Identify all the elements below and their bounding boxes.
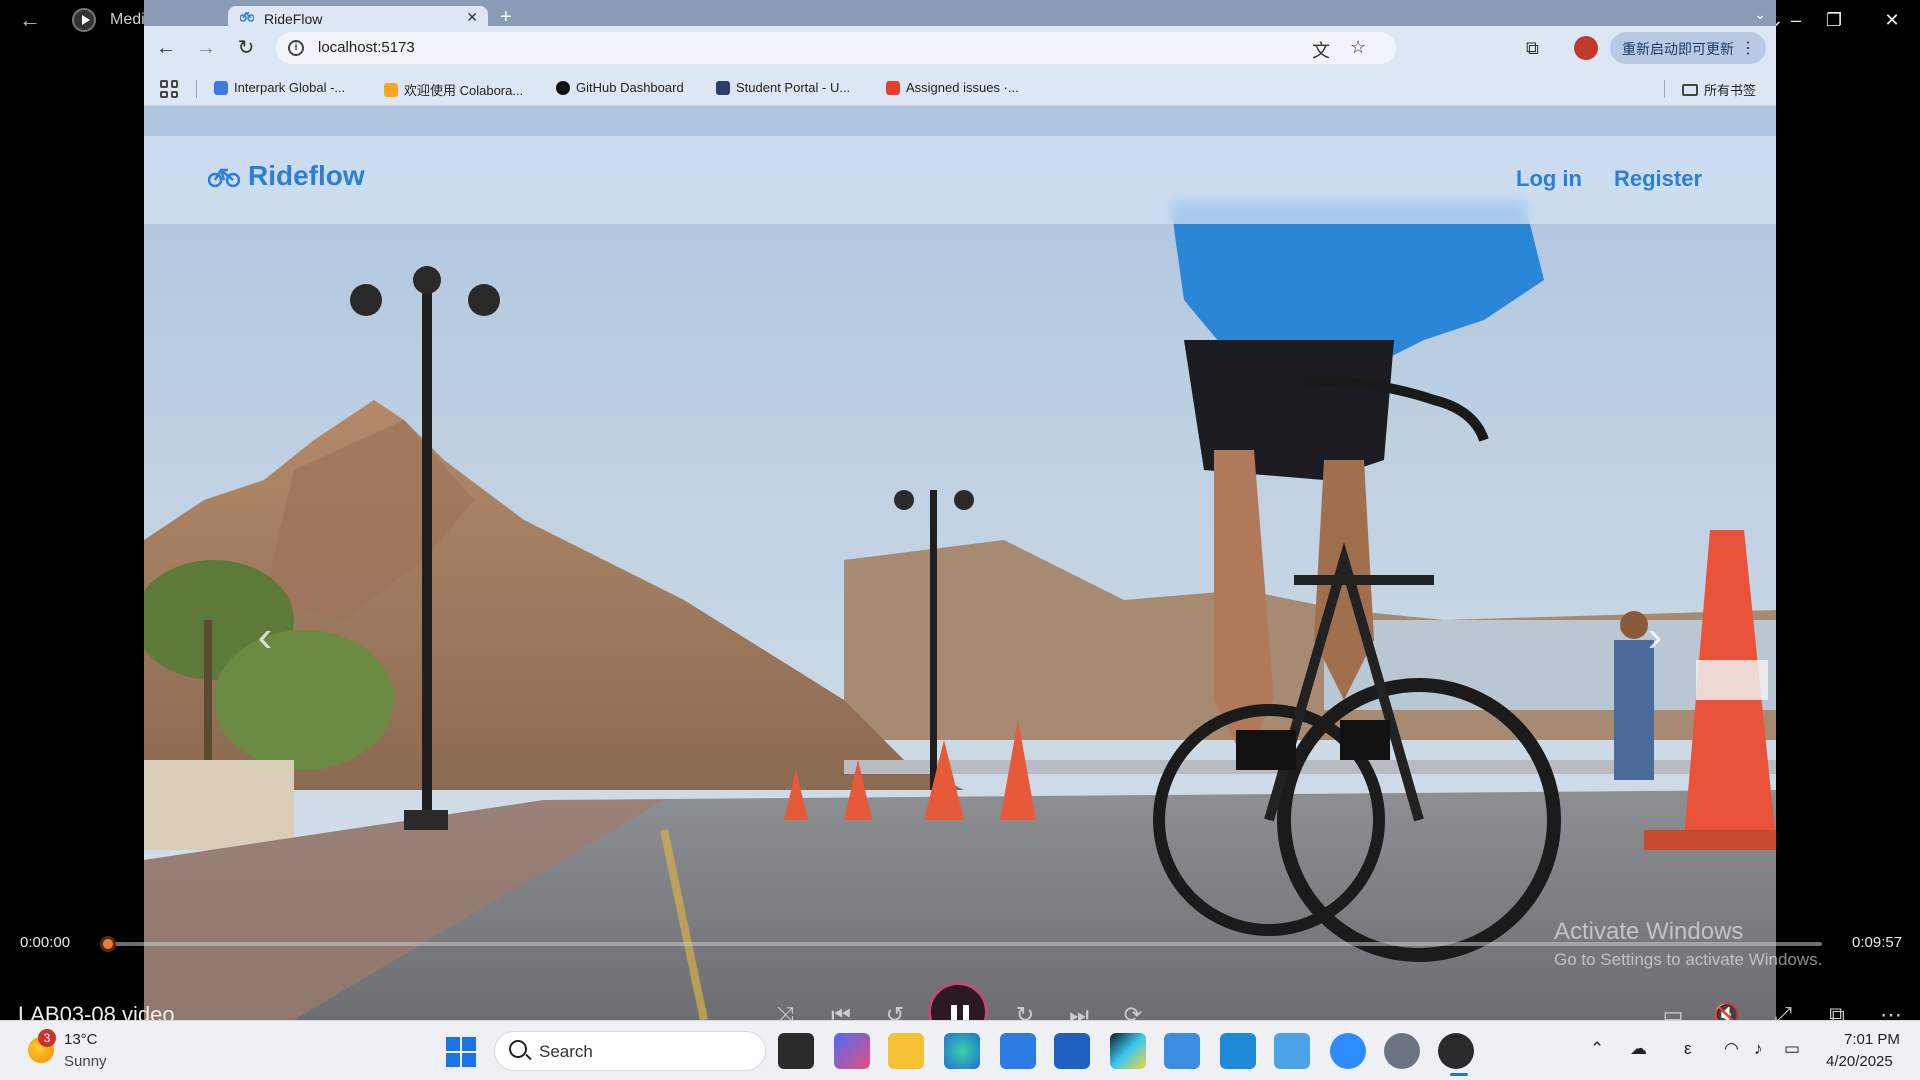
activate-windows-subtitle: Go to Settings to activate Windows. xyxy=(1554,950,1823,969)
weather-condition[interactable]: Sunny xyxy=(64,1053,107,1070)
taskbar-search[interactable]: Search xyxy=(494,1031,766,1071)
tab-rideflow[interactable]: RideFlow ✕ xyxy=(228,6,488,28)
bookmarks-divider xyxy=(196,80,197,98)
activate-windows-title: Activate Windows xyxy=(1554,918,1744,945)
gitlab-icon xyxy=(886,80,900,95)
github-icon xyxy=(556,80,570,95)
search-placeholder: Search xyxy=(539,1042,593,1061)
notepad-icon[interactable] xyxy=(1164,1033,1200,1069)
register-link[interactable]: Register xyxy=(1614,166,1702,192)
minimize-icon[interactable]: – xyxy=(1776,6,1816,34)
bookmark-gitlab[interactable]: Assigned issues ·... xyxy=(886,80,1019,95)
reload-icon[interactable]: ↻ xyxy=(234,36,258,60)
media-player-logo-icon xyxy=(72,8,96,32)
close-window-icon[interactable]: ✕ xyxy=(1872,6,1912,34)
media-player-taskbar-icon[interactable] xyxy=(1438,1033,1474,1069)
edge-icon[interactable] xyxy=(944,1033,980,1069)
word-icon[interactable] xyxy=(1054,1033,1090,1069)
bookmark-student-portal[interactable]: Student Portal - U... xyxy=(716,80,850,95)
bookmarks-bar: Interpark Global -... 欢迎使用 Colabora... G… xyxy=(144,70,1776,106)
tray-chevron-up-icon[interactable]: ⌃ xyxy=(1590,1039,1604,1059)
bicycle-favicon-icon xyxy=(240,11,254,22)
weather-badge: 3 xyxy=(38,1029,56,1047)
vscode-icon[interactable] xyxy=(1220,1033,1256,1069)
update-button[interactable]: 重新启动即可更新 ⋮ xyxy=(1610,32,1766,64)
browser-tab-strip: RideFlow ✕ + ⌄ xyxy=(144,0,1776,28)
bookmarks-divider xyxy=(1664,80,1665,98)
wifi-icon[interactable]: ◠ xyxy=(1724,1039,1739,1059)
video-frame[interactable]: RideFlow ✕ + ⌄ ← → ↻ i localhost:5173 文 … xyxy=(144,0,1776,1020)
snipping-tool-icon[interactable] xyxy=(834,1033,870,1069)
battery-icon[interactable]: ▭ xyxy=(1784,1039,1800,1059)
translate-icon[interactable]: 文 xyxy=(1312,37,1330,63)
tab-close-icon[interactable]: ✕ xyxy=(466,9,478,26)
todo-icon[interactable] xyxy=(1000,1033,1036,1069)
clock-time[interactable]: 7:01 PM xyxy=(1844,1031,1900,1048)
site-info-icon[interactable]: i xyxy=(288,40,304,56)
bookmark-label: Interpark Global -... xyxy=(234,80,346,95)
terminal-icon[interactable] xyxy=(1110,1033,1146,1069)
folder-icon xyxy=(1682,83,1698,96)
bookmark-label: Student Portal - U... xyxy=(736,80,851,95)
file-explorer-icon[interactable] xyxy=(888,1033,924,1069)
url-text[interactable]: localhost:5173 xyxy=(318,39,415,56)
address-bar[interactable]: i localhost:5173 文 ☆ xyxy=(276,32,1396,64)
update-button-label: 重新启动即可更新 xyxy=(1622,41,1734,57)
tab-search-chevron-icon[interactable]: ⌄ xyxy=(1754,6,1766,23)
login-link[interactable]: Log in xyxy=(1516,166,1582,192)
brand-name: Rideflow xyxy=(248,160,365,191)
more-menu-icon[interactable]: ⋮ xyxy=(1740,38,1756,58)
browser-toolbar: ← → ↻ i localhost:5173 文 ☆ ⧉ 重新启动即可更新 ⋮ xyxy=(144,26,1776,70)
carousel-next-icon[interactable]: › xyxy=(1640,612,1670,662)
bicycle-icon xyxy=(208,168,240,187)
bookmark-github[interactable]: GitHub Dashboard xyxy=(556,80,684,95)
colab-icon xyxy=(384,82,398,97)
app-navbar: Rideflow Log in Register xyxy=(144,136,1776,224)
active-app-indicator xyxy=(1450,1073,1468,1076)
carousel-prev-icon[interactable]: ‹ xyxy=(250,612,280,662)
seek-thumb[interactable] xyxy=(100,936,116,952)
bookmark-label: Assigned issues ·... xyxy=(906,80,1019,95)
back-icon[interactable]: ← xyxy=(18,8,42,32)
settings-gear-icon[interactable] xyxy=(1384,1033,1420,1069)
bookmark-interpark[interactable]: Interpark Global -... xyxy=(214,80,345,95)
total-time: 0:09:57 xyxy=(1852,934,1903,951)
weather-temperature[interactable]: 13°C xyxy=(64,1031,98,1048)
extensions-icon[interactable]: ⧉ xyxy=(1526,38,1539,59)
search-icon xyxy=(509,1040,527,1058)
apps-grid-icon[interactable] xyxy=(160,80,178,98)
brand-logo[interactable]: Rideflow xyxy=(208,160,365,192)
restore-icon[interactable]: ❐ xyxy=(1814,6,1854,34)
bookmark-label: GitHub Dashboard xyxy=(576,80,684,95)
interpark-icon xyxy=(214,80,228,95)
volume-icon[interactable]: ♪ xyxy=(1754,1039,1763,1059)
profile-avatar[interactable] xyxy=(1574,36,1598,60)
tab-title: RideFlow xyxy=(264,11,323,27)
all-bookmarks-label: 所有书签 xyxy=(1704,83,1757,98)
browser-back-icon[interactable]: ← xyxy=(154,36,178,60)
taskbar: 3 13°C Sunny Search ⌃ ☁ ε ◠ ♪ ▭ 7:01 PM … xyxy=(0,1020,1920,1080)
paint-icon[interactable] xyxy=(1274,1033,1310,1069)
all-bookmarks-folder[interactable]: 所有书签 xyxy=(1682,80,1756,99)
onedrive-offline-icon[interactable]: ☁ xyxy=(1630,1039,1647,1059)
bookmark-colab[interactable]: 欢迎使用 Colabora... xyxy=(384,80,523,99)
task-view-icon[interactable] xyxy=(778,1033,814,1069)
bookmark-label: 欢迎使用 Colabora... xyxy=(404,83,524,98)
browser-forward-icon[interactable]: → xyxy=(194,36,218,60)
zoom-icon[interactable] xyxy=(1330,1033,1366,1069)
clock-date[interactable]: 4/20/2025 xyxy=(1826,1053,1893,1070)
current-time: 0:00:00 xyxy=(20,934,71,951)
start-button[interactable] xyxy=(446,1037,476,1067)
bookmark-star-icon[interactable]: ☆ xyxy=(1350,37,1366,58)
student-portal-icon xyxy=(716,80,730,95)
input-language[interactable]: ε xyxy=(1684,1039,1692,1059)
